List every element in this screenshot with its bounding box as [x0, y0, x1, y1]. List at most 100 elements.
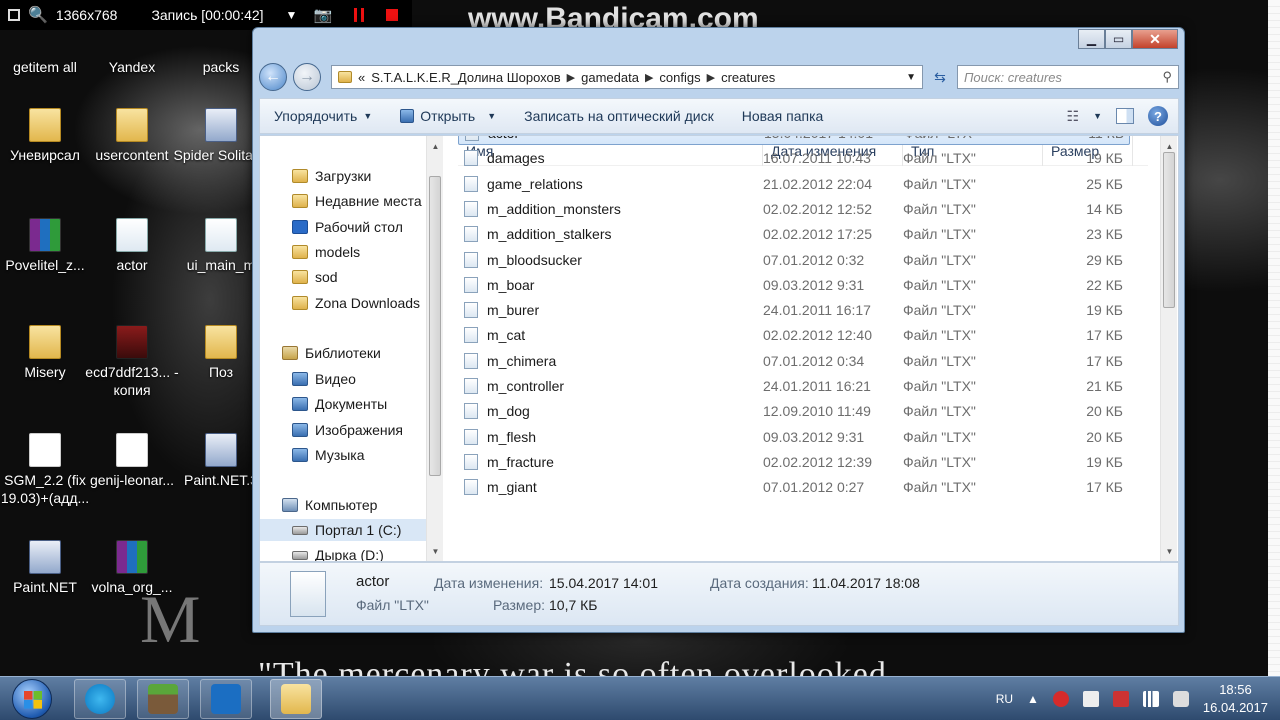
pdf-icon [116, 433, 148, 467]
desktop-icon[interactable]: Povelitel_z... [0, 218, 93, 274]
address-bar[interactable]: « S.T.A.L.K.E.R_Долина Шорохов ▶ gamedat… [331, 65, 923, 89]
pause-icon[interactable] [354, 8, 365, 22]
nav-item[interactable]: Музыка [260, 444, 365, 466]
breadcrumb-overflow[interactable]: « [358, 70, 365, 85]
breadcrumb-creatures[interactable]: creatures [721, 70, 775, 85]
minimize-button[interactable]: ▁ [1078, 29, 1105, 49]
desktop-icon[interactable]: Уневирсал [0, 108, 93, 164]
desktop-icon[interactable]: Misery [0, 325, 93, 381]
nav-item[interactable]: Загрузки [260, 165, 371, 187]
antivirus-icon[interactable] [1052, 691, 1069, 707]
scroll-up-icon[interactable]: ▲ [427, 138, 444, 154]
nav-item[interactable]: Портал 1 (C:) [260, 519, 426, 541]
file-row[interactable]: damages 16.07.2011 10:43 Файл "LTX" 19 КБ [458, 146, 1130, 170]
help-icon[interactable]: ? [1148, 106, 1168, 126]
nav-item[interactable]: Недавние места [260, 190, 422, 212]
taskbar-explorer[interactable] [270, 679, 322, 719]
clock[interactable]: 18:56 16.04.2017 [1203, 681, 1268, 717]
music-icon [292, 447, 308, 462]
burn-button[interactable]: Записать на оптический диск [510, 108, 728, 124]
action-center-flag-icon[interactable] [1082, 691, 1099, 707]
open-button[interactable]: Открыть ▼ [386, 108, 510, 124]
desktop-icon[interactable]: getitem all [0, 20, 93, 76]
desktop-icon-label: getitem all [13, 59, 77, 75]
search-input[interactable]: Поиск: creatures ⚲ [957, 65, 1179, 89]
nav-item[interactable]: sod [260, 266, 338, 288]
nav-item[interactable]: Компьютер [260, 494, 377, 516]
forward-button[interactable]: → [293, 63, 321, 91]
scroll-down-icon[interactable]: ▼ [427, 543, 444, 559]
file-scroll-thumb[interactable] [1163, 152, 1175, 308]
file-row[interactable]: m_boar 09.03.2012 9:31 Файл "LTX" 22 КБ [458, 273, 1130, 297]
preview-pane-icon[interactable] [1116, 108, 1134, 124]
file-row[interactable]: game_relations 21.02.2012 22:04 Файл "LTX"… [458, 172, 1130, 196]
taskbar-minecraft[interactable] [137, 679, 189, 719]
folder-icon [338, 71, 352, 83]
scroll-down-icon[interactable]: ▼ [1161, 543, 1178, 559]
stop-icon[interactable] [386, 9, 399, 21]
address-dropdown-icon[interactable]: ▼ [906, 72, 916, 83]
desktop-icon[interactable]: actor [84, 218, 180, 274]
start-button[interactable] [12, 679, 52, 719]
file-name: m_fracture [487, 453, 554, 470]
desktop-icon[interactable]: genij-leonar... [84, 433, 180, 489]
nav-item[interactable]: Видео [260, 368, 356, 390]
desktop-icon[interactable]: volna_org_... [84, 540, 180, 596]
desktop-icon[interactable]: Paint.NET [0, 540, 93, 596]
file-row[interactable]: m_cat 02.02.2012 12:40 Файл "LTX" 17 КБ [458, 323, 1130, 347]
breadcrumb-gamedata[interactable]: gamedata [581, 70, 639, 85]
volume-icon[interactable] [1172, 691, 1189, 707]
file-row[interactable]: m_addition_monsters 02.02.2012 12:52 Файл … [458, 197, 1130, 221]
back-button[interactable]: ← [259, 63, 287, 91]
view-dropdown-icon[interactable]: ▼ [1093, 111, 1102, 121]
breadcrumb-separator-icon[interactable]: ▶ [707, 71, 715, 84]
file-row[interactable]: m_burer 24.01.2011 16:17 Файл "LTX" 19 КБ [458, 298, 1130, 322]
breadcrumb-separator-icon[interactable]: ▶ [645, 71, 653, 84]
view-options-icon[interactable]: ☷ [1067, 108, 1080, 125]
file-row[interactable]: actor 15.04.2017 14:01Файл "LTX"11 КБ [458, 136, 1130, 145]
nav-item[interactable]: Библиотеки [260, 342, 381, 364]
file-list-scrollbar[interactable]: ▲ ▼ [1160, 136, 1177, 561]
show-hidden-icons-icon[interactable]: ▲ [1027, 692, 1039, 706]
camera-icon[interactable]: 📷 [313, 6, 332, 24]
breadcrumb-stalker[interactable]: S.T.A.L.K.E.R_Долина Шорохов [371, 70, 560, 85]
file-name: damages [487, 150, 545, 167]
taskbar-skype[interactable] [74, 679, 126, 719]
file-row[interactable]: m_fracture 02.02.2012 12:39 Файл "LTX" 19 К… [458, 450, 1130, 474]
desktop-icon[interactable]: ecd7ddf213... - копия [84, 325, 180, 399]
nav-scroll-thumb[interactable] [429, 176, 441, 476]
nav-item[interactable]: Изображения [260, 419, 403, 441]
nav-item[interactable]: models [260, 241, 360, 263]
file-row[interactable]: m_chimera 07.01.2012 0:34 Файл "LTX" 17 КБ [458, 349, 1130, 373]
file-row[interactable]: m_addition_stalkers 02.02.2012 17:25 Файл … [458, 222, 1130, 246]
network-icon[interactable] [1142, 691, 1159, 707]
drive-icon [292, 550, 308, 560]
refresh-icon[interactable]: ⇆ [929, 65, 951, 89]
language-indicator[interactable]: RU [996, 692, 1013, 706]
file-row[interactable]: m_controller 24.01.2011 16:21 Файл "LTX" 21… [458, 374, 1130, 398]
taskbar-maxthon[interactable] [200, 679, 252, 719]
close-button[interactable]: ✕ [1132, 29, 1178, 49]
nav-item[interactable]: Документы [260, 393, 387, 415]
new-folder-button[interactable]: Новая папка [728, 108, 838, 124]
file-row[interactable]: m_giant 07.01.2012 0:27 Файл "LTX" 17 КБ [458, 475, 1130, 499]
nav-scrollbar[interactable]: ▲ ▼ [426, 136, 443, 561]
file-type: Файл "LTX" [903, 403, 976, 420]
nav-item[interactable]: Рабочий стол [260, 216, 403, 238]
maximize-button[interactable]: ▭ [1105, 29, 1132, 49]
file-row[interactable]: m_dog 12.09.2010 11:49 Файл "LTX" 20 КБ [458, 399, 1130, 423]
breadcrumb-configs[interactable]: configs [659, 70, 700, 85]
folder-icon [116, 108, 148, 142]
breadcrumb-separator-icon[interactable]: ▶ [567, 71, 575, 84]
desktop-icon[interactable]: Yandex [84, 20, 180, 76]
organize-button[interactable]: Упорядочить ▼ [260, 108, 386, 124]
desktop-icon[interactable]: SGM_2.2 (fix 19.03)+(адд... [0, 433, 93, 507]
desktop-icon[interactable]: usercontent [84, 108, 180, 164]
nav-item[interactable]: Zona Downloads [260, 292, 420, 314]
dropdown-icon[interactable]: ▼ [286, 8, 298, 22]
remove-device-icon[interactable] [1112, 691, 1129, 707]
file-row[interactable]: m_bloodsucker 07.01.2012 0:32 Файл "LTX" 29… [458, 248, 1130, 272]
file-row[interactable]: m_flesh 09.03.2012 9:31 Файл "LTX" 20 КБ [458, 425, 1130, 449]
file-name-cell: m_dog [458, 403, 763, 420]
nav-item[interactable]: Дырка (D:) [260, 544, 384, 561]
